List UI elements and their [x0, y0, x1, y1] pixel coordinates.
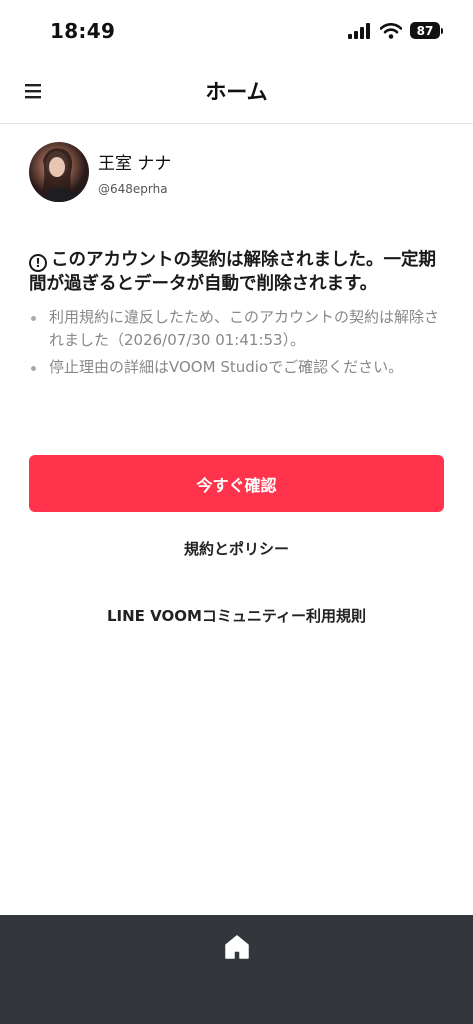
home-icon[interactable] [223, 933, 251, 961]
battery-level: 87 [410, 22, 440, 39]
notice-title-text: このアカウントの契約は解除されました。一定期間が過ぎるとデータが自動で削除されま… [29, 250, 436, 294]
profile-section: 王室 ナナ @648eprha [29, 142, 171, 202]
avatar-image [39, 148, 77, 202]
status-time: 18:49 [50, 19, 116, 43]
alert-icon: ! [29, 254, 47, 272]
avatar[interactable] [29, 142, 89, 202]
profile-name: 王室 ナナ [98, 153, 172, 174]
battery-icon: 87 [410, 22, 443, 39]
profile-text: 王室 ナナ @648eprha [98, 149, 171, 196]
notice-title: ! このアカウントの契約は解除されました。一定期間が過ぎるとデータが自動で削除され… [29, 248, 444, 296]
list-item: 利用規約に違反したため、このアカウントの契約は解除されました（2026/07/3… [29, 306, 444, 352]
status-bar: 18:49 87 [0, 0, 473, 62]
signal-icon [348, 22, 370, 39]
app-header: ホーム [0, 62, 473, 124]
status-icons: 87 [348, 22, 443, 39]
bottom-nav [0, 915, 473, 1024]
page-title: ホーム [205, 80, 268, 104]
community-rules-link[interactable]: LINE VOOMコミュニティー利用規則 [0, 605, 473, 626]
confirm-now-button[interactable]: 今すぐ確認 [29, 455, 444, 512]
notice-bullets: 利用規約に違反したため、このアカウントの契約は解除されました（2026/07/3… [29, 306, 444, 379]
wifi-icon [380, 22, 402, 39]
terms-policy-link[interactable]: 規約とポリシー [0, 538, 473, 559]
list-item: 停止理由の詳細はVOOM Studioでご確認ください。 [29, 356, 444, 379]
profile-handle: @648eprha [98, 181, 168, 196]
account-notice: ! このアカウントの契約は解除されました。一定期間が過ぎるとデータが自動で削除され… [29, 248, 444, 383]
